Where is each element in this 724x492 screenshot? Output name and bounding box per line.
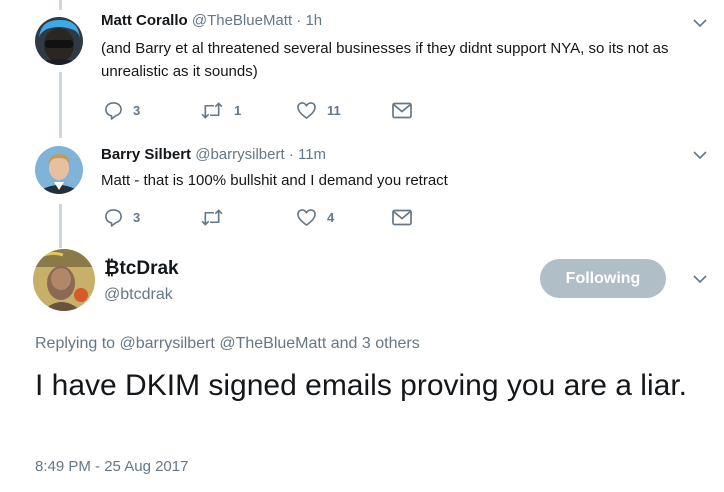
retweet-icon xyxy=(201,208,223,226)
separator: · xyxy=(288,146,294,163)
envelope-icon xyxy=(392,102,412,118)
retweet-count: 1 xyxy=(234,102,242,118)
heart-icon xyxy=(297,101,316,119)
replying-to: Replying to @barrysilbert @TheBlueMatt a… xyxy=(35,335,420,353)
author-handle[interactable]: @barrysilbert xyxy=(195,146,284,163)
reply-tweet[interactable]: Barry Silbert @barrysilbert · 11m Matt -… xyxy=(0,138,724,242)
replying-prefix: Replying to xyxy=(35,335,116,352)
mention-link[interactable]: @barrysilbert xyxy=(120,335,215,352)
like-count: 11 xyxy=(327,102,341,118)
tweet-text: I have DKIM signed emails proving you ar… xyxy=(35,369,687,402)
tweet-text: Matt - that is 100% bullshit and I deman… xyxy=(101,172,448,189)
reply-button[interactable]: 3 xyxy=(104,205,140,229)
author-name[interactable]: Barry Silbert xyxy=(101,146,191,163)
reply-icon xyxy=(105,208,122,227)
direct-message-button[interactable] xyxy=(392,205,412,229)
tweet-time[interactable]: 1h xyxy=(305,12,322,29)
author-handle[interactable]: @TheBlueMatt xyxy=(192,12,292,29)
author-name[interactable]: Matt Corallo xyxy=(101,12,188,29)
tweet-text: (and Barry et al threatened several busi… xyxy=(101,40,669,80)
tweet-time[interactable]: 11m xyxy=(298,146,326,163)
author-handle[interactable]: @btcdrak xyxy=(104,286,173,304)
envelope-icon xyxy=(392,209,412,225)
avatar[interactable] xyxy=(35,17,83,65)
avatar[interactable] xyxy=(33,249,95,311)
tweet-timestamp[interactable]: 8:49 PM - 25 Aug 2017 xyxy=(35,458,188,475)
reply-count: 3 xyxy=(133,209,141,225)
tweet-header: Matt Corallo @TheBlueMatt · 1h xyxy=(101,12,322,29)
chevron-down-icon[interactable] xyxy=(693,148,707,162)
chevron-down-icon[interactable] xyxy=(693,272,707,286)
retweet-button[interactable]: 1 xyxy=(200,98,241,122)
like-button[interactable]: 4 xyxy=(296,205,334,229)
tweet-thread: Matt Corallo @TheBlueMatt · 1h (and Barr… xyxy=(0,0,724,492)
mention-link[interactable]: @TheBlueMatt xyxy=(219,335,326,352)
retweet-button[interactable] xyxy=(200,205,234,229)
replying-others[interactable]: and 3 others xyxy=(331,335,420,352)
author-name[interactable]: ₿tcDrak xyxy=(104,258,179,280)
chevron-down-icon[interactable] xyxy=(693,16,707,30)
like-count: 4 xyxy=(327,209,335,225)
reply-tweet[interactable]: Matt Corallo @TheBlueMatt · 1h (and Barr… xyxy=(0,0,724,130)
separator: · xyxy=(296,12,302,29)
reply-icon xyxy=(105,101,122,120)
tweet-header: Barry Silbert @barrysilbert · 11m xyxy=(101,146,326,163)
like-button[interactable]: 11 xyxy=(296,98,341,122)
reply-button[interactable]: 3 xyxy=(104,98,140,122)
heart-icon xyxy=(297,208,316,226)
retweet-icon xyxy=(201,101,223,119)
direct-message-button[interactable] xyxy=(392,98,412,122)
avatar[interactable] xyxy=(35,146,83,194)
reply-count: 3 xyxy=(133,102,141,118)
following-button[interactable]: Following xyxy=(540,259,666,298)
